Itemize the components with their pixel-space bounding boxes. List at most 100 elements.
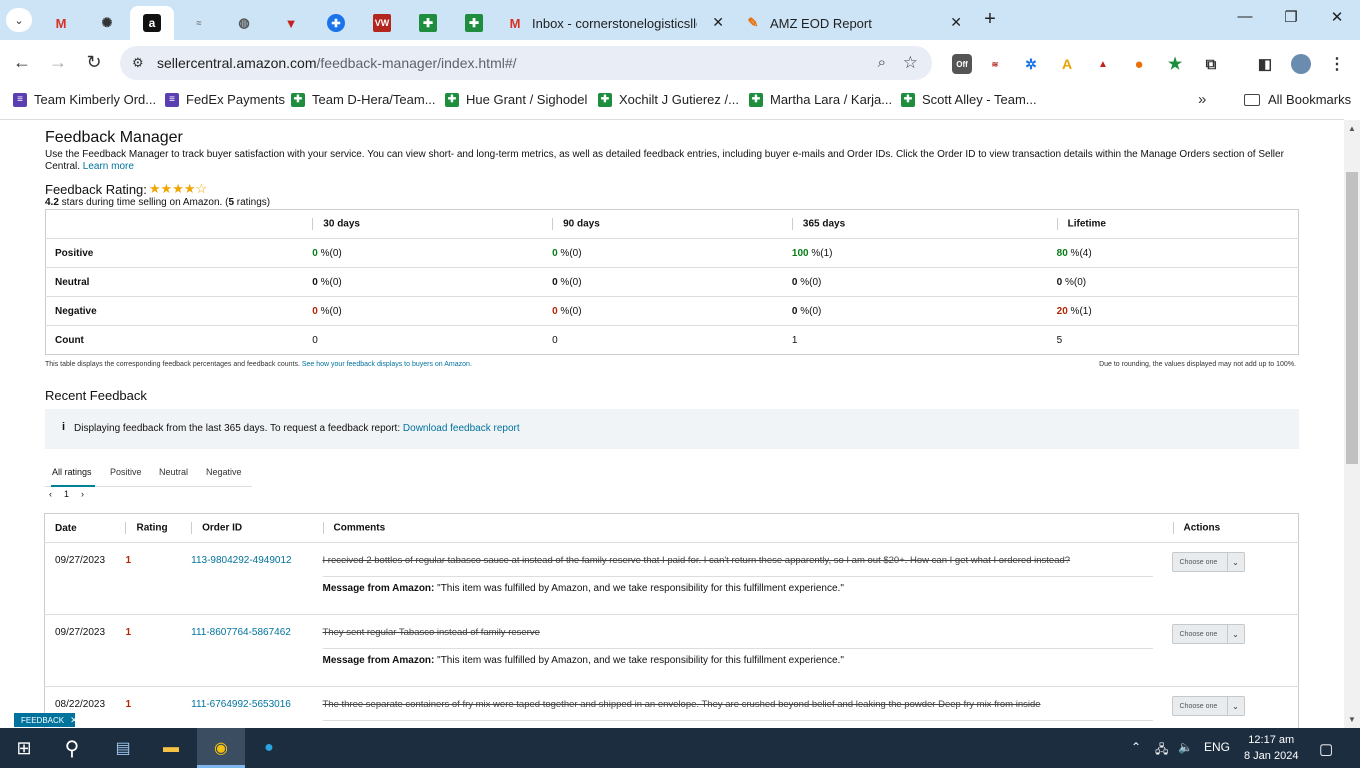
extension-icon[interactable]: ●	[1129, 54, 1149, 74]
bookmark-item[interactable]: ≡ FedEx Payments	[165, 92, 285, 107]
close-icon[interactable]: ✕	[70, 715, 78, 726]
download-report-link[interactable]: Download feedback report	[403, 423, 520, 434]
taskbar-search-button[interactable]: ⚲	[59, 736, 85, 760]
metrics-header-row: 30 days 90 days 365 days Lifetime	[46, 210, 1299, 239]
puzzle-icon[interactable]: ⧉	[1201, 54, 1221, 74]
metrics-header: 365 days	[783, 210, 1048, 239]
scroll-up-icon[interactable]: ▲	[1348, 124, 1356, 133]
sheets-icon: ✚	[749, 92, 763, 107]
tab-generic-3[interactable]: ✚	[321, 6, 351, 40]
bookmark-label: Martha Lara / Karja...	[770, 92, 893, 107]
bookmark-item[interactable]: ≡ Team Kimberly Ord...	[13, 92, 156, 107]
tab-positive[interactable]: Positive	[110, 467, 142, 477]
order-id-link[interactable]: 111-8607764-5867462	[181, 615, 312, 687]
extension-icon[interactable]: A	[1057, 54, 1077, 74]
tab-all-ratings[interactable]: All ratings	[52, 467, 92, 477]
side-panel-icon[interactable]: ◧	[1255, 54, 1275, 74]
new-tab-button[interactable]: +	[979, 8, 1001, 30]
forward-button[interactable]: →	[46, 52, 70, 73]
metric-value: 5	[1056, 334, 1063, 346]
action-select[interactable]: Choose one ⌄	[1171, 624, 1245, 644]
bookmark-item[interactable]: ✚ Team D-Hera/Team...	[291, 92, 436, 107]
order-id-link[interactable]: 113-9804292-4949012	[181, 543, 312, 615]
chevron-down-icon: ⌄	[1226, 553, 1244, 571]
start-button[interactable]: ⊞	[11, 736, 37, 760]
search-icon[interactable]: ⌕	[878, 54, 886, 71]
folder-icon	[1244, 93, 1260, 106]
scroll-thumb[interactable]	[1346, 172, 1358, 464]
tab-amazon-active[interactable]: a	[130, 6, 174, 40]
tab-globe[interactable]: ◍	[229, 6, 259, 40]
page-number[interactable]: 1	[64, 489, 69, 499]
metrics-row-neutral: Neutral 0 %(0) 0 %(0) 0 %(0) 0 %(0)	[45, 267, 1299, 297]
minimize-button[interactable]: —	[1225, 8, 1265, 25]
action-select[interactable]: Choose one ⌄	[1171, 552, 1245, 572]
tab-neutral[interactable]: Neutral	[159, 467, 188, 477]
volume-icon[interactable]: 🔈	[1178, 740, 1193, 754]
window-close-button[interactable]: ✕	[1317, 8, 1357, 26]
action-select[interactable]: Choose one ⌄	[1171, 696, 1245, 716]
language-indicator[interactable]: ENG	[1204, 740, 1230, 754]
tab-vw[interactable]: VW	[367, 6, 397, 40]
address-bar[interactable]: ⚙ sellercentral.amazon.com/feedback-mana…	[120, 46, 932, 80]
column-header: Actions	[1163, 514, 1299, 543]
extension-icon[interactable]: ▲	[1093, 54, 1113, 74]
tab-generic-2[interactable]: ▼	[276, 6, 306, 40]
reload-button[interactable]: ↻	[82, 52, 106, 73]
extension-star-icon[interactable]: ★	[1165, 54, 1185, 74]
close-icon[interactable]: ✕	[712, 14, 724, 31]
extension-icon[interactable]: ≋	[985, 54, 1005, 74]
site-info-icon[interactable]: ⚙	[132, 55, 144, 71]
metric-value: 1	[791, 334, 798, 346]
tab-sheets-2[interactable]: ✚	[459, 6, 489, 40]
pagination: ‹ 1 ›	[49, 489, 84, 499]
restore-button[interactable]: ❐	[1271, 8, 1311, 26]
notification-icon[interactable]: ▢	[1319, 740, 1333, 758]
feedback-date: 09/27/2023	[55, 555, 106, 566]
tab-icon: ▼	[284, 15, 298, 31]
network-icon[interactable]: 🖧	[1155, 740, 1168, 761]
tab-sheets-1[interactable]: ✚	[413, 6, 443, 40]
menu-icon[interactable]: ⋮	[1327, 54, 1347, 74]
bookmark-item[interactable]: ✚ Hue Grant / Sighodel	[445, 92, 587, 107]
bookmark-label: FedEx Payments	[186, 92, 285, 107]
back-button[interactable]: ←	[10, 52, 34, 73]
taskbar-chrome[interactable]: ◉	[208, 736, 234, 760]
all-bookmarks-button[interactable]: All Bookmarks	[1244, 92, 1351, 107]
tab-generic-1[interactable]: ≈	[184, 6, 214, 40]
taskbar-file-explorer[interactable]: ▬	[158, 736, 184, 760]
tab-inbox[interactable]: M Inbox - cornerstonelogisticsllc2 ✕	[498, 6, 732, 40]
metrics-header: Lifetime	[1048, 210, 1299, 239]
tab-gmail[interactable]: M	[46, 6, 76, 40]
close-icon[interactable]: ✕	[950, 14, 962, 31]
chevron-left-icon[interactable]: ‹	[49, 489, 52, 499]
bookmarks-overflow-button[interactable]: »	[1198, 91, 1206, 108]
avatar[interactable]	[1291, 54, 1311, 74]
page-scrollbar[interactable]: ▲ ▼	[1344, 120, 1360, 728]
extension-off-icon[interactable]: Off	[952, 54, 972, 74]
learn-more-link[interactable]: Learn more	[83, 161, 134, 172]
bookmark-item[interactable]: ✚ Scott Alley - Team...	[901, 92, 1037, 107]
tab-negative[interactable]: Negative	[206, 467, 242, 477]
feedback-rating-value: 1	[125, 627, 132, 638]
url-text[interactable]: sellercentral.amazon.com/feedback-manage…	[157, 55, 517, 71]
scroll-down-icon[interactable]: ▼	[1348, 715, 1356, 724]
tab-amz-eod[interactable]: ✎ AMZ EOD Report ✕	[736, 6, 970, 40]
feedback-widget-tab[interactable]: FEEDBACK ✕	[14, 713, 78, 727]
feedback-rating: Feedback Rating: ★★★★☆	[45, 181, 207, 197]
bookmark-item[interactable]: ✚ Martha Lara / Karja...	[749, 92, 892, 107]
buyer-display-link[interactable]: See how your feedback displays to buyers…	[302, 361, 472, 368]
order-id-link[interactable]: 111-6764992-5653016	[181, 687, 312, 729]
taskbar-telegram[interactable]: ●	[256, 736, 282, 760]
clock[interactable]: 12:17 am 8 Jan 2024	[1244, 732, 1298, 764]
tab-search-button[interactable]: ⌄	[6, 8, 32, 32]
metric-value: 20	[1056, 305, 1068, 317]
chevron-up-icon[interactable]: ⌃	[1131, 740, 1141, 754]
bookmark-item[interactable]: ✚ Xochilt J Gutierez /...	[598, 92, 739, 107]
extension-icon[interactable]: ✲	[1021, 54, 1041, 74]
tab-chatgpt[interactable]: ✺	[92, 6, 122, 40]
form-icon: ≡	[165, 92, 179, 107]
chevron-right-icon[interactable]: ›	[81, 489, 84, 499]
star-icon[interactable]: ☆	[903, 53, 918, 73]
taskbar-app[interactable]: ▤	[110, 736, 136, 760]
